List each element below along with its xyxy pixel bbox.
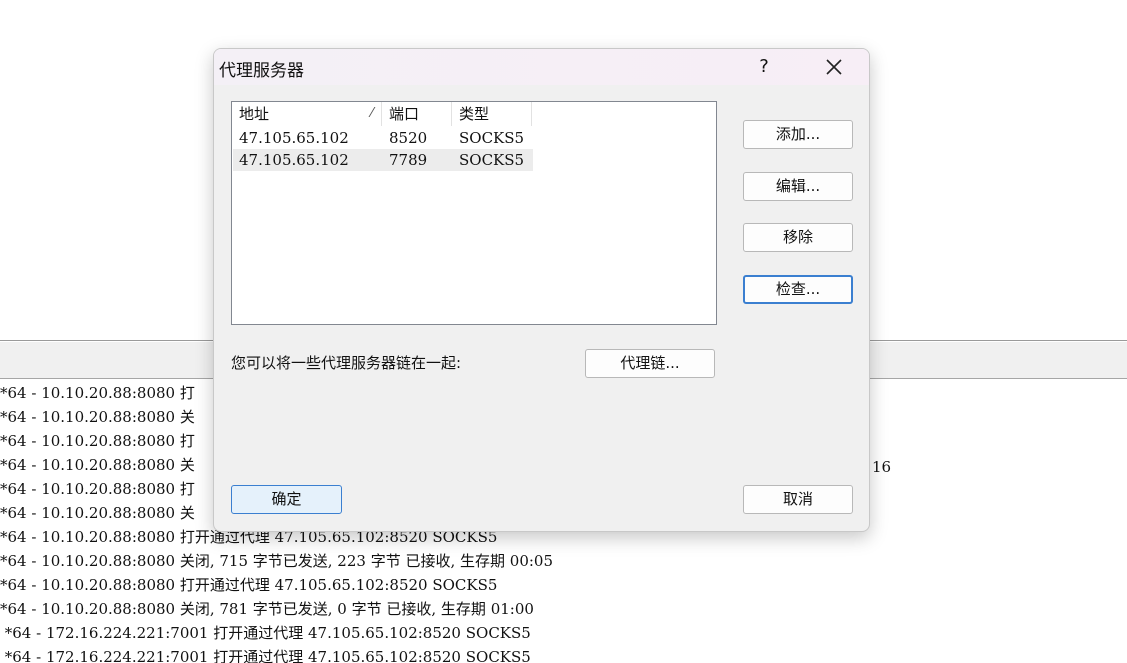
proxy-row[interactable]: 47.105.65.102 8520 SOCKS5 — [233, 127, 533, 149]
cancel-button[interactable]: 取消 — [743, 485, 853, 514]
help-button[interactable]: ? — [749, 52, 779, 82]
log-line-fragment: 16 — [872, 458, 892, 476]
column-header-label: 类型 — [459, 105, 490, 123]
log-line[interactable]: *64 - 10.10.20.88:8080 关闭, 715 字节已发送, 22… — [0, 550, 553, 572]
log-line[interactable]: *64 - 10.10.20.88:8080 打 — [0, 478, 195, 500]
log-line[interactable]: *64 - 10.10.20.88:8080 打 — [0, 430, 195, 452]
ok-button[interactable]: 确定 — [231, 485, 342, 514]
proxy-row-selected[interactable]: 47.105.65.102 7789 SOCKS5 — [233, 149, 533, 171]
log-line[interactable]: *64 - 172.16.224.221:7001 打开通过代理 47.105.… — [0, 622, 531, 644]
log-line[interactable]: *64 - 10.10.20.88:8080 打开通过代理 47.105.65.… — [0, 574, 497, 596]
close-icon — [826, 59, 842, 75]
close-button[interactable] — [819, 52, 849, 82]
log-line[interactable]: *64 - 10.10.20.88:8080 关闭, 781 字节已发送, 0 … — [0, 598, 534, 620]
add-button[interactable]: 添加... — [743, 120, 853, 149]
cell-port: 7789 — [389, 151, 428, 169]
log-line[interactable]: *64 - 10.10.20.88:8080 关 — [0, 406, 195, 428]
cell-type: SOCKS5 — [459, 151, 525, 169]
cell-type: SOCKS5 — [459, 129, 525, 147]
dialog-titlebar: 代理服务器 ? — [214, 49, 869, 85]
column-header-address[interactable]: 地址 ⁄ — [232, 102, 382, 126]
edit-button[interactable]: 编辑... — [743, 172, 853, 201]
column-header-type[interactable]: 类型 — [452, 102, 532, 126]
proxy-chain-button[interactable]: 代理链... — [585, 349, 715, 378]
proxy-chain-label: 您可以将一些代理服务器链在一起: — [231, 354, 462, 372]
cell-port: 8520 — [389, 129, 428, 147]
column-header-label: 地址 — [239, 105, 270, 123]
check-button[interactable]: 检查... — [743, 275, 853, 304]
column-header-port[interactable]: 端口 — [382, 102, 452, 126]
sort-indicator-icon: ⁄ — [370, 106, 373, 121]
column-header-label: 端口 — [389, 105, 420, 123]
cell-address: 47.105.65.102 — [239, 129, 349, 147]
dialog-title: 代理服务器 — [219, 61, 304, 81]
proxy-list[interactable]: 地址 ⁄ 端口 类型 47.105.65.102 8520 SOCKS5 47.… — [231, 101, 717, 325]
remove-button[interactable]: 移除 — [743, 223, 853, 252]
log-line[interactable]: *64 - 10.10.20.88:8080 关 — [0, 454, 195, 476]
log-line[interactable]: *64 - 172.16.224.221:7001 打开通过代理 47.105.… — [0, 646, 531, 663]
log-line[interactable]: *64 - 10.10.20.88:8080 关 — [0, 502, 195, 524]
cell-address: 47.105.65.102 — [239, 151, 349, 169]
proxy-servers-dialog: 代理服务器 ? 地址 ⁄ 端口 类型 47.105.65.102 8520 SO… — [213, 48, 870, 532]
log-line[interactable]: *64 - 10.10.20.88:8080 打 — [0, 382, 195, 404]
